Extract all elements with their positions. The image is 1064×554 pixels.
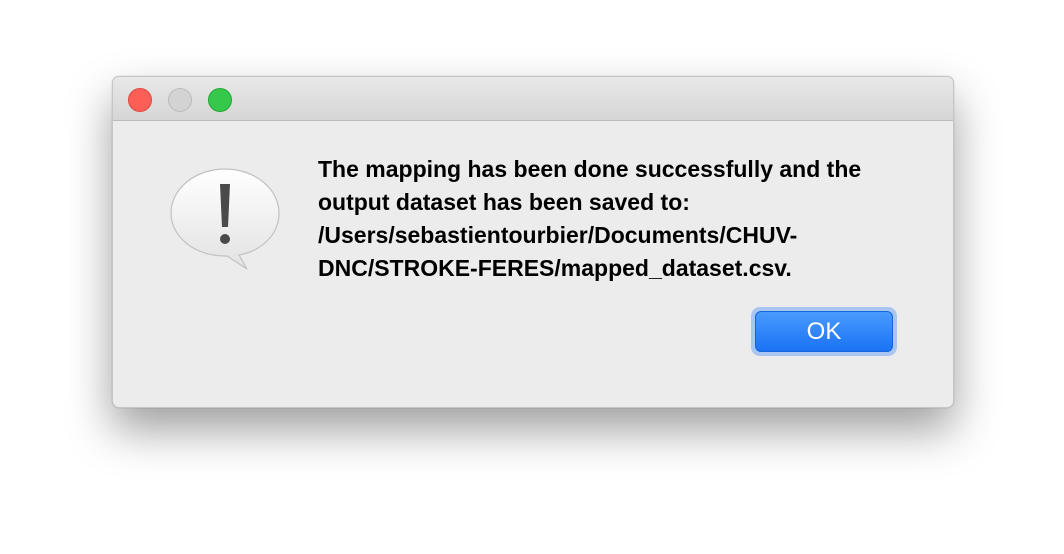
- zoom-window-button[interactable]: [208, 88, 232, 112]
- ok-button[interactable]: OK: [755, 311, 893, 352]
- ok-button-focus-ring: OK: [751, 307, 897, 356]
- alert-message: The mapping has been done successfully a…: [318, 156, 862, 281]
- close-window-button[interactable]: [128, 88, 152, 112]
- minimize-window-button: [168, 88, 192, 112]
- title-bar[interactable]: [113, 77, 953, 121]
- alert-dialog: The mapping has been done successfully a…: [112, 76, 954, 408]
- alert-exclamation-icon: [167, 167, 283, 271]
